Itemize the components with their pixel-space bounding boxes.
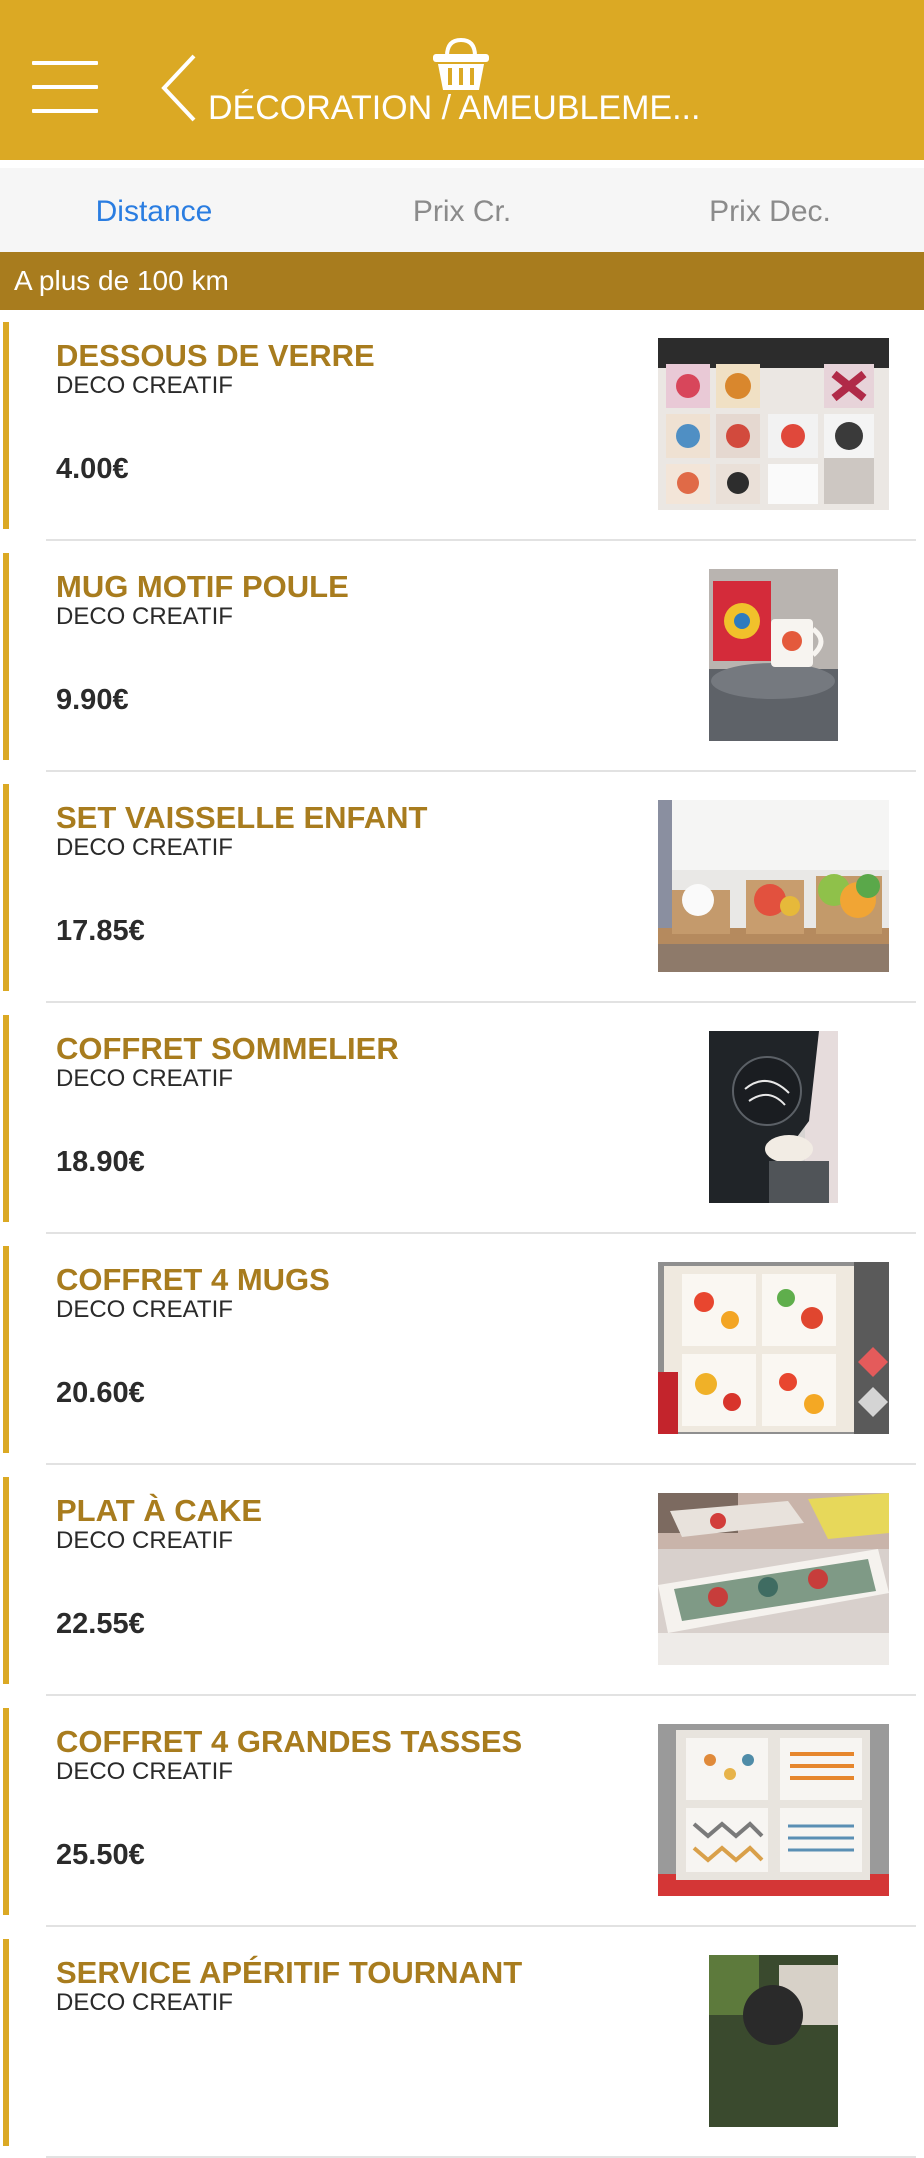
accent-bar [3,553,9,760]
page-title: DÉCORATION / AMEUBLEME... [208,89,701,127]
product-item[interactable]: SET VAISSELLE ENFANT DECO CREATIF 17.85€ [0,772,924,1003]
product-name: PLAT À CAKE [56,1493,263,1528]
accent-bar [3,1246,9,1453]
product-price: 17.85€ [56,915,145,947]
product-price: 20.60€ [56,1377,145,1409]
product-name: COFFRET SOMMELIER [56,1031,399,1066]
shop-name: DECO CREATIF [56,1758,233,1785]
product-name: DESSOUS DE VERRE [56,338,375,373]
basket-icon[interactable] [431,36,491,92]
sort-tabs: Distance Prix Cr. Prix Dec. [0,168,924,253]
product-name: COFFRET 4 MUGS [56,1262,330,1297]
shop-name: DECO CREATIF [56,372,233,399]
product-price: 9.90€ [56,684,129,716]
large-cups-box-photo[interactable] [658,1724,889,1896]
accent-bar [3,1477,9,1684]
product-name: SERVICE APÉRITIF TOURNANT [56,1955,523,1990]
tab-distance[interactable]: Distance [0,168,308,252]
cake-plate-photo[interactable] [658,1493,889,1665]
shop-name: DECO CREATIF [56,1989,233,2016]
product-price: 22.55€ [56,1608,145,1640]
shop-name: DECO CREATIF [56,1296,233,1323]
sommelier-box-photo[interactable] [709,1031,838,1203]
accent-bar [3,1939,9,2146]
distance-section-header: A plus de 100 km [0,252,924,310]
product-list: DESSOUS DE VERRE DECO CREATIF 4.00€ MUG … [0,310,924,2158]
product-item[interactable]: COFFRET 4 GRANDES TASSES DECO CREATIF 25… [0,1696,924,1927]
mugs-box-photo[interactable] [658,1262,889,1434]
app-header: DÉCORATION / AMEUBLEME... [0,0,924,160]
accent-bar [3,322,9,529]
accent-bar [3,784,9,991]
product-item[interactable]: DESSOUS DE VERRE DECO CREATIF 4.00€ [0,310,924,541]
product-name: SET VAISSELLE ENFANT [56,800,428,835]
shop-name: DECO CREATIF [56,1065,233,1092]
coasters-photo[interactable] [658,338,889,510]
menu-icon[interactable] [32,61,98,113]
accent-bar [3,1708,9,1915]
product-item[interactable]: COFFRET 4 MUGS DECO CREATIF 20.60€ [0,1234,924,1465]
product-price: 4.00€ [56,453,129,485]
product-item[interactable]: PLAT À CAKE DECO CREATIF 22.55€ [0,1465,924,1696]
product-item[interactable]: SERVICE APÉRITIF TOURNANT DECO CREATIF [0,1927,924,2158]
product-price: 18.90€ [56,1146,145,1178]
aperitif-service-photo[interactable] [709,1955,838,2127]
kids-tableware-photo[interactable] [658,800,889,972]
product-name: COFFRET 4 GRANDES TASSES [56,1724,523,1759]
accent-bar [3,1015,9,1222]
product-name: MUG MOTIF POULE [56,569,349,604]
product-price: 25.50€ [56,1839,145,1871]
tab-price-descending[interactable]: Prix Dec. [616,168,924,252]
shop-name: DECO CREATIF [56,603,233,630]
product-item[interactable]: COFFRET SOMMELIER DECO CREATIF 18.90€ [0,1003,924,1234]
product-item[interactable]: MUG MOTIF POULE DECO CREATIF 9.90€ [0,541,924,772]
shop-name: DECO CREATIF [56,1527,233,1554]
back-arrow-icon[interactable] [158,52,204,124]
shop-name: DECO CREATIF [56,834,233,861]
tab-price-ascending[interactable]: Prix Cr. [308,168,616,252]
hen-mug-photo[interactable] [709,569,838,741]
